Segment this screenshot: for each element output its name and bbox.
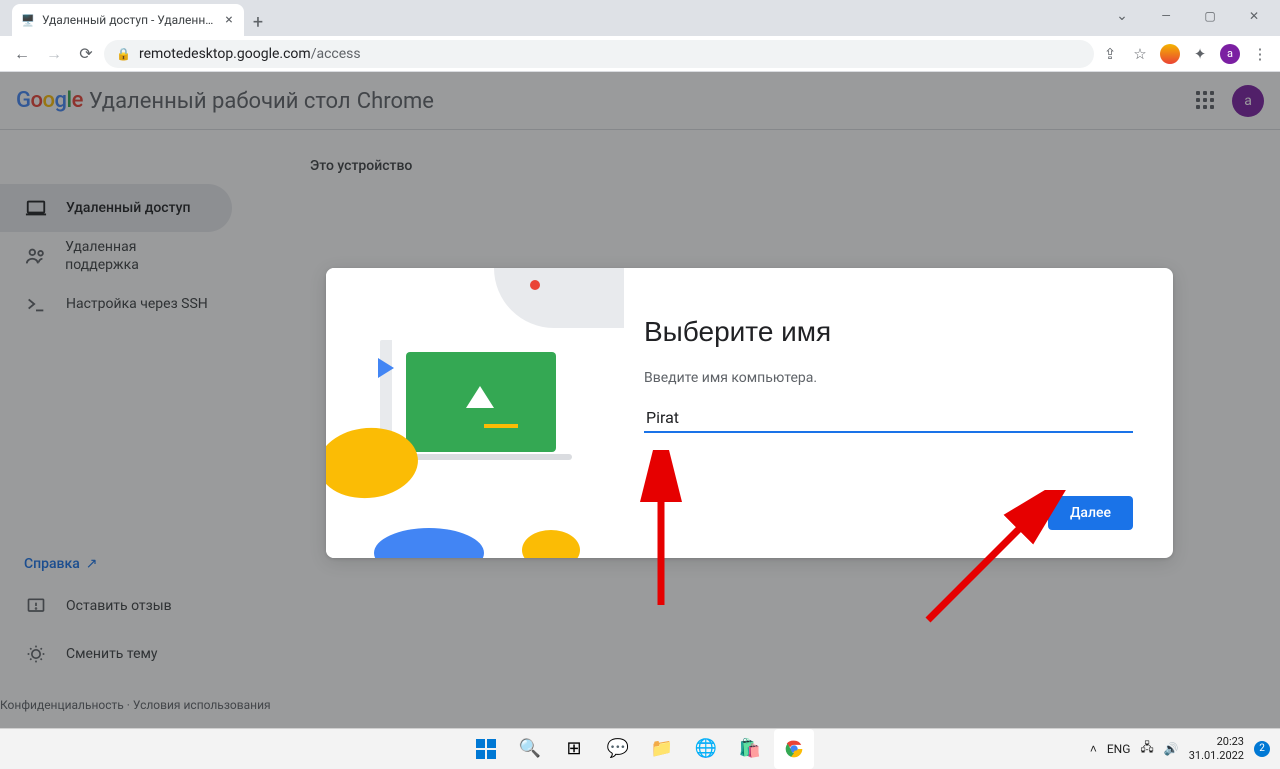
chrome-menu-icon[interactable]: ⋮ [1248, 42, 1272, 66]
forward-button[interactable]: → [40, 40, 68, 68]
taskbar-store-icon[interactable]: 🛍️ [730, 729, 770, 769]
taskbar-chat-icon[interactable]: 💬 [598, 729, 638, 769]
browser-tab[interactable]: 🖥️ Удаленный доступ - Удаленный × [12, 4, 244, 36]
tab-search-icon[interactable]: ⌄ [1100, 0, 1144, 32]
url-path: /access [311, 46, 361, 62]
bookmark-icon[interactable]: ☆ [1128, 42, 1152, 66]
extension-face-icon[interactable] [1158, 42, 1182, 66]
lock-icon: 🔒 [116, 47, 131, 61]
taskbar-explorer-icon[interactable]: 📁 [642, 729, 682, 769]
dialog-illustration [326, 268, 604, 558]
window-minimize-icon[interactable]: — [1144, 0, 1188, 32]
page-content: Google Удаленный рабочий стол Chrome a У… [0, 72, 1280, 728]
address-bar[interactable]: 🔒 remotedesktop.google.com/access [104, 40, 1094, 68]
tray-clock[interactable]: 20:23 31.01.2022 [1189, 735, 1244, 761]
dialog-subtitle: Введите имя компьютера. [644, 370, 1133, 386]
choose-name-dialog: Выберите имя Введите имя компьютера. Дал… [326, 268, 1173, 558]
tab-favicon: 🖥️ [20, 12, 36, 28]
tray-volume-icon[interactable]: 🔊 [1164, 742, 1179, 756]
taskbar-edge-icon[interactable]: 🌐 [686, 729, 726, 769]
tray-language[interactable]: ENG [1107, 742, 1131, 756]
extensions-icon[interactable]: ✦ [1188, 42, 1212, 66]
back-button[interactable]: ← [8, 40, 36, 68]
dialog-title: Выберите имя [644, 316, 1133, 348]
toolbar-icons: ⇪ ☆ ✦ a ⋮ [1098, 42, 1272, 66]
next-button[interactable]: Далее [1048, 496, 1133, 530]
taskbar-chrome-icon[interactable] [774, 729, 814, 769]
window-close-icon[interactable]: ✕ [1232, 0, 1276, 32]
task-view-icon[interactable]: ⊞ [554, 729, 594, 769]
computer-name-input[interactable] [644, 404, 1133, 433]
start-button[interactable] [466, 729, 506, 769]
share-icon[interactable]: ⇪ [1098, 42, 1122, 66]
url-host: remotedesktop.google.com [139, 46, 311, 62]
tab-title: Удаленный доступ - Удаленный [42, 13, 216, 27]
tray-network-icon[interactable]: 🖧 [1140, 738, 1153, 759]
window-controls: ⌄ — ▢ ✕ [1100, 0, 1276, 32]
taskbar-search-icon[interactable]: 🔍 [510, 729, 550, 769]
new-tab-button[interactable]: + [244, 8, 272, 36]
browser-tabstrip: 🖥️ Удаленный доступ - Удаленный × + ⌄ — … [0, 0, 1280, 36]
window-maximize-icon[interactable]: ▢ [1188, 0, 1232, 32]
notification-badge[interactable]: 2 [1254, 741, 1270, 757]
tab-close-icon[interactable]: × [222, 13, 236, 27]
profile-avatar[interactable]: a [1218, 42, 1242, 66]
windows-taskbar: 🔍 ⊞ 💬 📁 🌐 🛍️ ˄ ENG 🖧 🔊 20:23 31.01.2022 … [0, 728, 1280, 768]
reload-button[interactable]: ⟳ [72, 40, 100, 68]
tray-chevron-icon[interactable]: ˄ [1090, 742, 1097, 756]
browser-toolbar: ← → ⟳ 🔒 remotedesktop.google.com/access … [0, 36, 1280, 72]
